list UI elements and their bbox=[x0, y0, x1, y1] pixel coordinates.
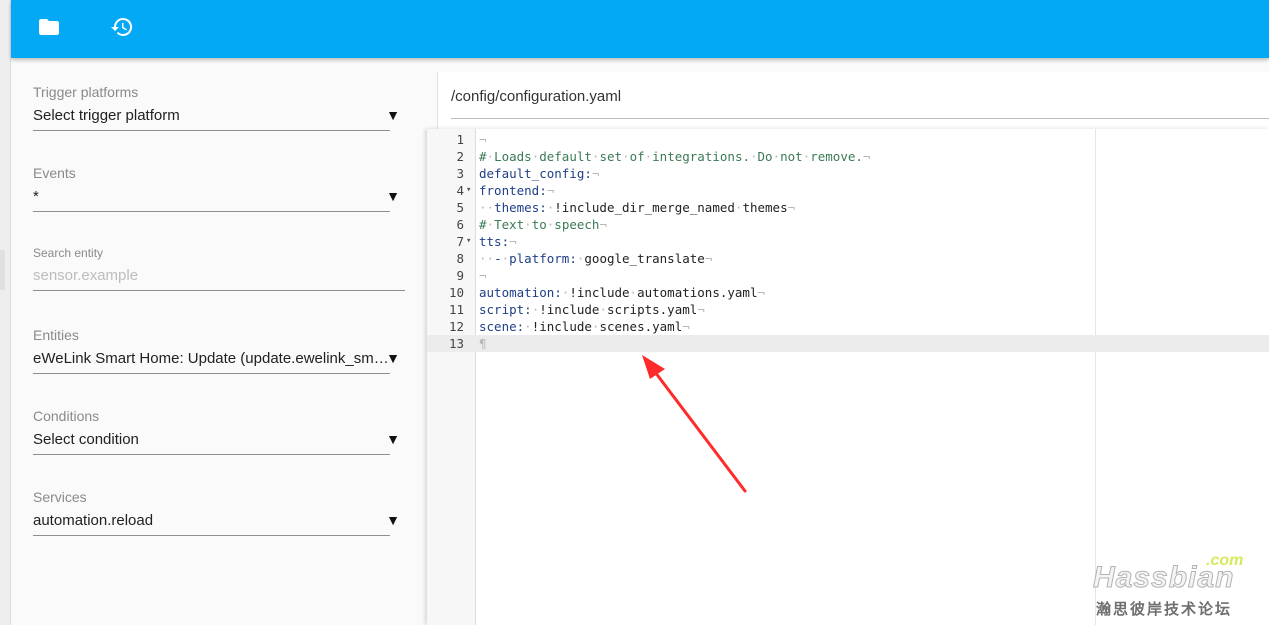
entities-field: Entities eWeLink Smart Home: Update (upd… bbox=[33, 327, 400, 374]
services-value: automation.reload bbox=[33, 512, 154, 529]
line-number: 9 bbox=[456, 268, 464, 283]
search-entity-placeholder: sensor.example bbox=[33, 267, 139, 284]
code-line[interactable]: 7 ▾ tts:¬ bbox=[427, 233, 1269, 250]
code-text: ¶ bbox=[479, 336, 487, 351]
fold-toggle-icon[interactable]: ▾ bbox=[466, 182, 474, 199]
services-select[interactable]: automation.reload ▼ bbox=[33, 512, 400, 536]
dropdown-caret-icon: ▼ bbox=[386, 188, 400, 204]
code-line[interactable]: 1 ¬ bbox=[427, 131, 1269, 148]
line-number: 10 bbox=[448, 285, 464, 300]
events-label: Events bbox=[33, 165, 76, 181]
search-entity-label: Search entity bbox=[33, 246, 104, 260]
line-number: 6 bbox=[456, 217, 464, 232]
code-text: ··themes:·!include_dir_merge_named·theme… bbox=[479, 200, 796, 215]
rail-notch bbox=[0, 250, 5, 290]
sidebar-panel: Trigger platforms Select trigger platfor… bbox=[11, 58, 426, 625]
code-line[interactable]: 10 automation:·!include·automations.yaml¬ bbox=[427, 284, 1269, 301]
code-line[interactable]: 3 default_config:¬ bbox=[427, 165, 1269, 182]
file-path-divider bbox=[451, 118, 1269, 119]
code-editor[interactable]: 1 ¬ 2 #·Loads·default·set·of·integrations.·… bbox=[427, 129, 1269, 625]
entities-label: Entities bbox=[33, 327, 79, 343]
line-number: 5 bbox=[456, 200, 464, 215]
trigger-platform-label: Trigger platforms bbox=[33, 84, 139, 100]
code-text: #·Loads·default·set·of·integrations.·Do·… bbox=[479, 149, 871, 164]
events-select[interactable]: * ▼ bbox=[33, 188, 400, 212]
fold-toggle-icon[interactable]: ▾ bbox=[466, 233, 474, 250]
code-text: ¬ bbox=[479, 132, 487, 147]
search-entity-field: Search entity sensor.example bbox=[33, 246, 405, 291]
line-number: 1 bbox=[456, 132, 464, 147]
services-field: Services automation.reload ▼ bbox=[33, 489, 400, 536]
services-label: Services bbox=[33, 489, 87, 505]
code-line[interactable]: 8 ··-·platform:·google_translate¬ bbox=[427, 250, 1269, 267]
code-line[interactable]: 12 scene:·!include·scenes.yaml¬ bbox=[427, 318, 1269, 335]
code-text: #·Text·to·speech¬ bbox=[479, 217, 607, 232]
search-entity-input[interactable]: sensor.example bbox=[33, 267, 405, 291]
events-value: * bbox=[33, 188, 39, 205]
line-number: 12 bbox=[448, 319, 464, 334]
folder-icon[interactable] bbox=[36, 14, 62, 40]
dropdown-caret-icon: ▼ bbox=[386, 512, 400, 528]
code-text: scene:·!include·scenes.yaml¬ bbox=[479, 319, 690, 334]
code-text: frontend:¬ bbox=[479, 183, 555, 198]
conditions-label: Conditions bbox=[33, 408, 100, 424]
code-text: default_config:¬ bbox=[479, 166, 600, 181]
trigger-platform-value: Select trigger platform bbox=[33, 107, 180, 124]
entities-select[interactable]: eWeLink Smart Home: Update (update.eweli… bbox=[33, 350, 400, 374]
dropdown-caret-icon: ▼ bbox=[386, 350, 400, 366]
code-text: ··-·platform:·google_translate¬ bbox=[479, 251, 713, 266]
code-line[interactable]: 11 script:·!include·scripts.yaml¬ bbox=[427, 301, 1269, 318]
line-number: 8 bbox=[456, 251, 464, 266]
conditions-value: Select condition bbox=[33, 431, 139, 448]
app-root: Trigger platforms Select trigger platfor… bbox=[0, 0, 1269, 625]
code-line[interactable]: 5 ··themes:·!include_dir_merge_named·them… bbox=[427, 199, 1269, 216]
app-toolbar bbox=[11, 0, 1269, 58]
line-number: 4 bbox=[456, 183, 464, 198]
left-rail bbox=[0, 0, 11, 625]
events-field: Events * ▼ bbox=[33, 165, 400, 212]
dropdown-caret-icon: ▼ bbox=[386, 107, 400, 123]
code-line[interactable]: 6 #·Text·to·speech¬ bbox=[427, 216, 1269, 233]
line-number: 2 bbox=[456, 149, 464, 164]
code-line[interactable]: 9 ¬ bbox=[427, 267, 1269, 284]
dropdown-caret-icon: ▼ bbox=[386, 431, 400, 447]
code-text: ¬ bbox=[479, 268, 487, 283]
line-number: 13 bbox=[448, 336, 464, 351]
code-text: tts:¬ bbox=[479, 234, 517, 249]
conditions-select[interactable]: Select condition ▼ bbox=[33, 431, 400, 455]
line-number: 7 bbox=[456, 234, 464, 249]
code-line[interactable]: 2 #·Loads·default·set·of·integrations.·Do… bbox=[427, 148, 1269, 165]
trigger-platform-select[interactable]: Select trigger platform ▼ bbox=[33, 107, 400, 131]
code-line[interactable]: 4 ▾ frontend:¬ bbox=[427, 182, 1269, 199]
code-line[interactable]: 13 ¶ bbox=[427, 335, 1269, 352]
file-path: /config/configuration.yaml bbox=[451, 88, 622, 105]
line-number: 3 bbox=[456, 166, 464, 181]
trigger-platform-field: Trigger platforms Select trigger platfor… bbox=[33, 84, 400, 131]
code-text: automation:·!include·automations.yaml¬ bbox=[479, 285, 766, 300]
entities-value: eWeLink Smart Home: Update (update.eweli… bbox=[33, 350, 389, 367]
history-icon[interactable] bbox=[109, 14, 135, 40]
watermark-brand: Hassbian bbox=[1092, 561, 1235, 595]
line-number: 11 bbox=[448, 302, 464, 317]
conditions-field: Conditions Select condition ▼ bbox=[33, 408, 400, 455]
code-text: script:·!include·scripts.yaml¬ bbox=[479, 302, 705, 317]
watermark-subtitle: 瀚思彼岸技术论坛 bbox=[1096, 601, 1233, 618]
